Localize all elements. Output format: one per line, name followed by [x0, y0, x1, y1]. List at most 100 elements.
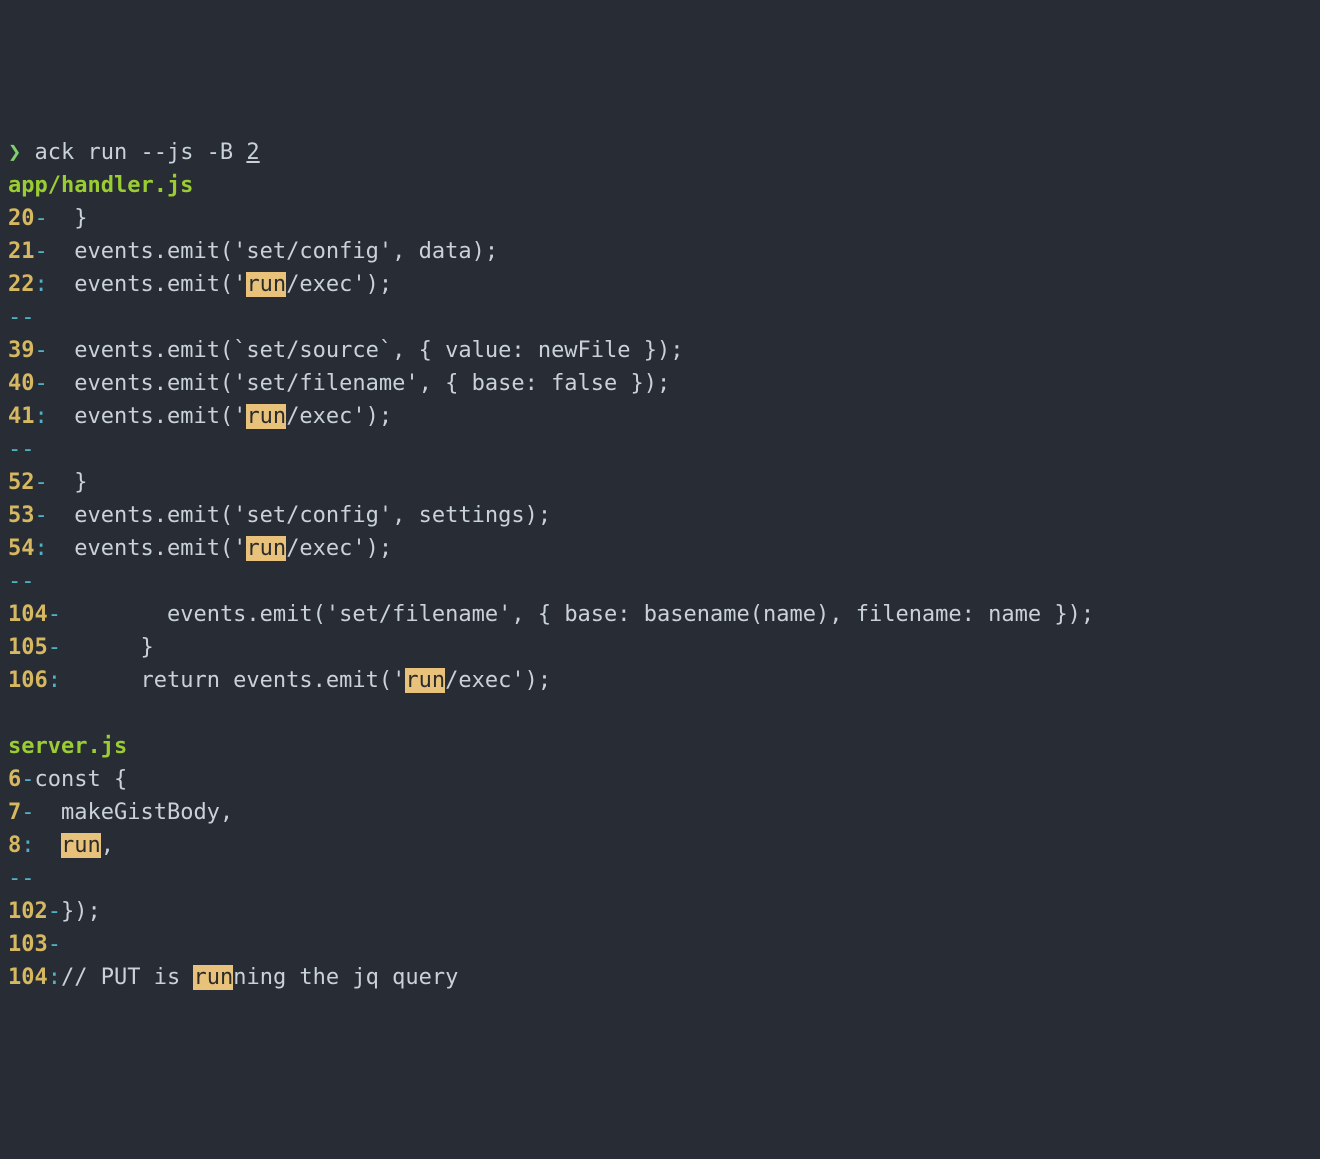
filename-text: server.js	[8, 734, 127, 759]
code-text: makeGistBody,	[35, 800, 234, 825]
line-separator: -	[35, 371, 48, 396]
result-line: 102-});	[8, 895, 1312, 928]
terminal-output[interactable]: ❯ ack run --js -B 2app/handler.js20- }21…	[8, 136, 1312, 994]
context-separator: --	[8, 862, 1312, 895]
line-number: 20	[8, 206, 35, 231]
line-separator: -	[48, 602, 61, 627]
code-text: /exec');	[286, 272, 392, 297]
line-number: 102	[8, 899, 48, 924]
line-number: 105	[8, 635, 48, 660]
line-separator: -	[21, 767, 34, 792]
code-text: events.emit('	[48, 272, 247, 297]
line-separator: -	[48, 635, 61, 660]
result-line: 20- }	[8, 202, 1312, 235]
code-text: events.emit('	[48, 536, 247, 561]
line-number: 39	[8, 338, 35, 363]
line-number: 53	[8, 503, 35, 528]
result-line: 8: run,	[8, 829, 1312, 862]
result-line: 104- events.emit('set/filename', { base:…	[8, 598, 1312, 631]
result-line: 21- events.emit('set/config', data);	[8, 235, 1312, 268]
result-line: 41: events.emit('run/exec');	[8, 400, 1312, 433]
line-number: 104	[8, 965, 48, 990]
code-text: /exec');	[286, 536, 392, 561]
result-line: 40- events.emit('set/filename', { base: …	[8, 367, 1312, 400]
code-text: }	[61, 635, 154, 660]
result-filename: server.js	[8, 730, 1312, 763]
code-text	[35, 833, 62, 858]
context-separator: --	[8, 301, 1312, 334]
blank-line	[8, 697, 1312, 730]
context-separator: --	[8, 433, 1312, 466]
line-number: 54	[8, 536, 35, 561]
line-number: 41	[8, 404, 35, 429]
match-highlight: run	[246, 536, 286, 561]
line-separator: :	[35, 536, 48, 561]
line-number: 104	[8, 602, 48, 627]
line-separator: :	[48, 965, 61, 990]
code-text: }	[48, 206, 88, 231]
line-number: 8	[8, 833, 21, 858]
line-separator: -	[35, 338, 48, 363]
context-separator-text: --	[8, 437, 35, 462]
match-highlight: run	[405, 668, 445, 693]
line-number: 6	[8, 767, 21, 792]
result-filename: app/handler.js	[8, 169, 1312, 202]
code-text: const {	[35, 767, 128, 792]
typed-command: ack run --js -B	[21, 140, 246, 165]
context-separator-text: --	[8, 866, 35, 891]
line-number: 106	[8, 668, 48, 693]
line-separator: -	[35, 206, 48, 231]
line-number: 52	[8, 470, 35, 495]
result-line: 105- }	[8, 631, 1312, 664]
match-highlight: run	[193, 965, 233, 990]
code-text: events.emit(`set/source`, { value: newFi…	[48, 338, 684, 363]
line-separator: :	[21, 833, 34, 858]
match-highlight: run	[61, 833, 101, 858]
code-text: ,	[101, 833, 114, 858]
line-number: 40	[8, 371, 35, 396]
result-line: 104:// PUT is running the jq query	[8, 961, 1312, 994]
code-text: events.emit('set/filename', { base: base…	[61, 602, 1094, 627]
code-text: events.emit('	[48, 404, 247, 429]
result-line: 103-	[8, 928, 1312, 961]
match-highlight: run	[246, 404, 286, 429]
code-text: return events.emit('	[61, 668, 405, 693]
line-number: 21	[8, 239, 35, 264]
line-separator: -	[21, 800, 34, 825]
result-line: 52- }	[8, 466, 1312, 499]
result-line: 106: return events.emit('run/exec');	[8, 664, 1312, 697]
context-separator: --	[8, 565, 1312, 598]
prompt-line[interactable]: ❯ ack run --js -B 2	[8, 136, 1312, 169]
prompt-caret-icon: ❯	[8, 140, 21, 165]
line-number: 7	[8, 800, 21, 825]
code-text: events.emit('set/config', data);	[48, 239, 498, 264]
code-text: /exec');	[286, 404, 392, 429]
line-number: 103	[8, 932, 48, 957]
line-separator: :	[35, 272, 48, 297]
result-line: 22: events.emit('run/exec');	[8, 268, 1312, 301]
line-separator: :	[48, 668, 61, 693]
context-separator-text: --	[8, 305, 35, 330]
line-number: 22	[8, 272, 35, 297]
result-line: 6-const {	[8, 763, 1312, 796]
code-text: // PUT is	[61, 965, 193, 990]
command-arg: 2	[246, 140, 259, 165]
result-line: 39- events.emit(`set/source`, { value: n…	[8, 334, 1312, 367]
result-line: 54: events.emit('run/exec');	[8, 532, 1312, 565]
code-text: ning the jq query	[233, 965, 458, 990]
line-separator: -	[48, 932, 61, 957]
line-separator: -	[35, 503, 48, 528]
code-text: }	[48, 470, 88, 495]
context-separator-text: --	[8, 569, 35, 594]
line-separator: :	[35, 404, 48, 429]
code-text: /exec');	[445, 668, 551, 693]
match-highlight: run	[246, 272, 286, 297]
result-line: 53- events.emit('set/config', settings);	[8, 499, 1312, 532]
result-line: 7- makeGistBody,	[8, 796, 1312, 829]
code-text: events.emit('set/filename', { base: fals…	[48, 371, 671, 396]
code-text: });	[61, 899, 101, 924]
filename-text: app/handler.js	[8, 173, 193, 198]
line-separator: -	[48, 899, 61, 924]
line-separator: -	[35, 470, 48, 495]
code-text: events.emit('set/config', settings);	[48, 503, 551, 528]
